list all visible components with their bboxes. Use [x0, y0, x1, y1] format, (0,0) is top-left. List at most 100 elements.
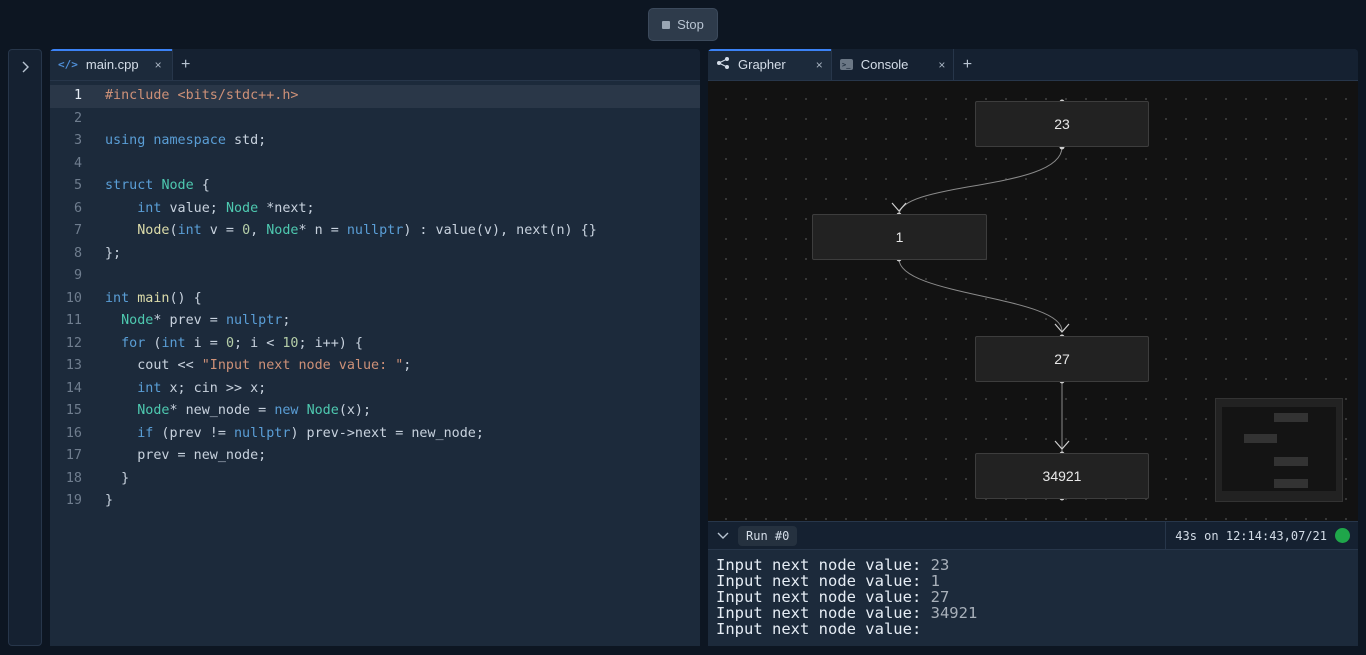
code-text: Node* prev = nullptr;	[82, 310, 290, 333]
graph-node[interactable]: 1	[812, 214, 987, 260]
output-line: Input next node value:	[716, 621, 1350, 637]
code-token: ;	[403, 358, 412, 373]
line-number: 8	[73, 245, 82, 261]
code-token: Node	[137, 403, 170, 418]
code-line[interactable]: 14 int x; cin >> x;	[50, 378, 700, 401]
stop-button[interactable]: Stop	[648, 8, 718, 41]
code-line[interactable]: 15 Node* new_node = new Node(x);	[50, 400, 700, 423]
code-token: prev = new_node;	[105, 448, 267, 463]
right-tabbar: Grapher × >_ Console × +	[708, 49, 1358, 81]
program-output[interactable]: Input next node value: 23 Input next node…	[708, 550, 1358, 646]
output-line: Input next node value: 27	[716, 589, 1350, 605]
code-token: Node	[266, 223, 299, 238]
code-line[interactable]: 19}	[50, 490, 700, 513]
code-line[interactable]: 12 for (int i = 0; i < 10; i++) {	[50, 333, 700, 356]
code-token: * n =	[298, 223, 347, 238]
code-token: () {	[169, 290, 202, 306]
chevron-down-icon[interactable]	[708, 529, 738, 543]
code-token: ,	[250, 223, 267, 238]
line-number: 2	[73, 110, 82, 126]
code-token: for	[121, 335, 146, 351]
code-token: x; cin >> x;	[161, 380, 267, 396]
tab-label: Console	[860, 57, 909, 72]
line-number: 16	[65, 425, 82, 441]
tab-grapher[interactable]: Grapher ×	[708, 49, 832, 80]
tab-label: Grapher	[738, 57, 786, 72]
code-text: #include <bits/stdc++.h>	[82, 85, 298, 108]
line-number: 15	[65, 403, 82, 418]
code-token: ; i <	[234, 335, 283, 351]
code-line[interactable]: 3 using namespace std;	[50, 130, 700, 153]
code-token: *next;	[258, 200, 315, 216]
code-token: #include <bits/stdc++.h>	[105, 88, 299, 103]
code-token: };	[105, 245, 122, 261]
code-editor[interactable]: 1 #include <bits/stdc++.h> 2 3 using namespa…	[50, 81, 700, 513]
line-number: 4	[73, 155, 82, 171]
code-line[interactable]: 17 prev = new_node;	[50, 445, 700, 468]
line-number: 17	[65, 448, 82, 463]
close-icon[interactable]: ×	[938, 58, 945, 72]
code-line[interactable]: 1 #include <bits/stdc++.h>	[50, 85, 700, 108]
add-tab-button[interactable]: +	[173, 49, 199, 80]
line-number: 14	[65, 380, 82, 396]
minimap-node	[1244, 434, 1277, 443]
code-token: int	[177, 223, 202, 238]
code-line[interactable]: 7 Node(int v = 0, Node* n = nullptr) : v…	[50, 220, 700, 243]
code-token: Node	[121, 313, 154, 328]
code-line[interactable]: 4	[50, 153, 700, 176]
code-token: ) prev->next = new_node;	[290, 425, 484, 441]
code-text: }	[82, 490, 113, 513]
run-badge[interactable]: Run #0	[738, 525, 798, 546]
output-line: Input next node value: 34921	[716, 605, 1350, 621]
add-tab-button[interactable]: +	[954, 49, 980, 80]
line-number: 13	[65, 358, 82, 373]
code-line[interactable]: 5 struct Node {	[50, 175, 700, 198]
tab-console[interactable]: >_ Console ×	[832, 49, 955, 80]
code-token: Node	[137, 223, 170, 238]
graph-minimap[interactable]	[1215, 398, 1343, 502]
code-line[interactable]: 8};	[50, 243, 700, 266]
line-number: 10	[65, 290, 82, 306]
graph-node[interactable]: 27	[975, 336, 1149, 382]
code-token: using	[105, 133, 146, 148]
close-icon[interactable]: ×	[155, 58, 162, 72]
code-icon: </>	[58, 58, 78, 71]
minimap-node	[1274, 413, 1308, 422]
code-token: cout <<	[105, 358, 202, 373]
code-line[interactable]: 18 }	[50, 468, 700, 491]
code-line[interactable]: 11 Node* prev = nullptr;	[50, 310, 700, 333]
code-text: int main() {	[82, 288, 202, 311]
code-token: value;	[161, 200, 226, 216]
output-line: Input next node value: 1	[716, 573, 1350, 589]
code-text: cout << "Input next node value: ";	[82, 355, 411, 378]
line-number: 19	[65, 493, 82, 508]
code-line[interactable]: 10 int main() {	[50, 288, 700, 311]
code-line[interactable]: 13 cout << "Input next node value: ";	[50, 355, 700, 378]
chevron-right-icon[interactable]	[9, 56, 41, 78]
code-line[interactable]: 9	[50, 265, 700, 288]
code-token: std;	[225, 133, 267, 148]
graph-canvas[interactable]: 23 1 27 34921	[708, 81, 1358, 521]
code-token: 0	[225, 335, 234, 351]
tab-main-cpp[interactable]: </> main.cpp ×	[50, 49, 173, 80]
code-line[interactable]: 6 int value; Node *next;	[50, 198, 700, 221]
editor-tabbar: </> main.cpp × +	[50, 49, 700, 81]
minimap-viewport	[1222, 407, 1336, 491]
graph-node[interactable]: 34921	[975, 453, 1149, 499]
code-text: using namespace std;	[82, 130, 266, 153]
line-number: 9	[73, 268, 82, 283]
sidebar	[8, 49, 42, 646]
close-icon[interactable]: ×	[816, 58, 823, 72]
graph-node[interactable]: 23	[975, 101, 1149, 147]
code-token: (prev !=	[153, 425, 234, 441]
code-line[interactable]: 16 if (prev != nullptr) prev->next = new…	[50, 423, 700, 446]
code-text: };	[82, 243, 121, 266]
code-token: i =	[185, 335, 226, 351]
code-token: new	[274, 403, 299, 418]
code-token: * prev =	[153, 313, 226, 328]
code-line[interactable]: 2	[50, 108, 700, 131]
